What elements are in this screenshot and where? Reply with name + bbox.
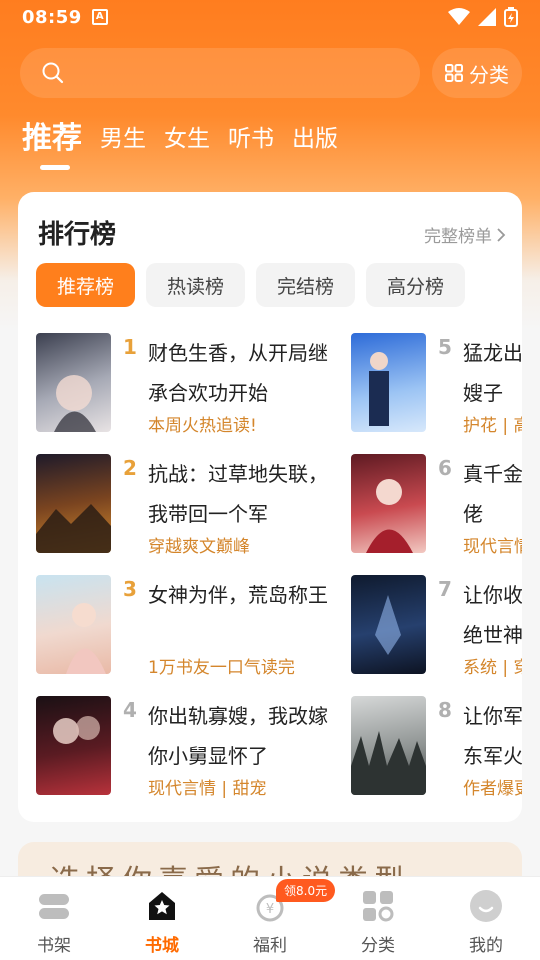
book-tag: 作者爆更 [463,779,522,799]
book-cover [36,454,111,553]
book-title: 女神为伴，荒岛称王 [148,583,328,607]
bottom-nav: 书架 书城 领8.0元 ¥ 福利 分类 我的 [0,876,540,960]
tab-female[interactable]: 女生 [164,118,210,160]
rank-number: 2 [123,456,137,480]
rank-number: 6 [438,456,452,480]
chevron-right-icon [497,227,506,242]
ranking-title: 排行榜 [38,220,117,250]
book-tag: 护花 | 高手 [463,416,522,436]
profile-icon [469,889,503,923]
book-item[interactable]: 5 猛龙出狱，九个绝色嫂子 护花 | 高手 [351,333,522,436]
nav-profile[interactable]: 我的 [432,877,540,960]
nav-bookstore[interactable]: 书城 [108,877,216,960]
status-bar: 08:59 A [0,0,540,34]
book-cover [351,454,426,553]
search-icon [42,62,64,84]
book-tag: 现代言情 [463,537,522,557]
search-bar[interactable] [20,48,420,98]
book-tag: 系统 | 穿越 [463,658,522,678]
book-item[interactable]: 3 女神为伴，荒岛称王 1万书友一口气读完 [36,575,336,678]
tab-publishing[interactable]: 出版 [292,118,338,160]
notification-icon: A [91,9,108,25]
book-cover [36,696,111,795]
book-cover [351,696,426,795]
ranking-tabs: 推荐榜 热读榜 完结榜 高分榜 [36,263,465,307]
bookshelf-icon [37,889,71,923]
book-title: 你出轨寡嫂，我改嫁你小舅显怀了 [148,704,328,768]
category-grid-icon [445,64,463,82]
status-icons [448,7,518,27]
book-tag: 现代言情 | 甜宠 [148,779,267,799]
rank-number: 3 [123,577,137,601]
book-tag: 1万书友一口气读完 [148,658,295,678]
rank-number: 4 [123,698,137,722]
category-grid-icon [361,889,395,923]
ranking-card: 排行榜 完整榜单 推荐榜 热读榜 完结榜 高分榜 1 财色生香，从开局继承合欢功… [18,192,522,822]
nav-label: 福利 [253,936,287,956]
book-item[interactable]: 8 让你军转民，你成中东军火商 作者爆更 [351,696,522,799]
book-cover [351,575,426,674]
book-title: 猛龙出狱，九个绝色嫂子 [463,341,522,405]
rank-number: 8 [438,698,452,722]
svg-text:¥: ¥ [266,902,274,917]
category-label: 分类 [469,62,509,87]
battery-icon [504,7,518,27]
tab-recommend-ranking[interactable]: 推荐榜 [36,263,135,307]
category-button[interactable]: 分类 [432,48,522,98]
tab-male[interactable]: 男生 [100,118,146,160]
nav-label: 书城 [145,936,179,956]
status-time: 08:59 [22,6,82,28]
book-item[interactable]: 4 你出轨寡嫂，我改嫁你小舅显怀了 现代言情 | 甜宠 [36,696,336,799]
rank-number: 7 [438,577,452,601]
book-tag: 穿越爽文巅峰 [148,537,250,557]
book-cover [36,333,111,432]
book-title: 让你军转民，你成中东军火商 [463,704,522,768]
book-tag: 本周火热追读! [148,416,257,436]
book-item[interactable]: 7 让你收破烂，你造出绝世神兵 系统 | 穿越 [351,575,522,678]
book-title: 抗战：过草地失联，我带回一个军 [148,462,328,526]
book-item[interactable]: 1 财色生香，从开局继承合欢功开始 本周火热追读! [36,333,336,436]
signal-icon [478,8,496,26]
nav-category[interactable]: 分类 [324,877,432,960]
book-title: 财色生香，从开局继承合欢功开始 [148,341,328,405]
nav-label: 分类 [361,936,395,956]
tab-recommend[interactable]: 推荐 [22,118,82,170]
full-ranking-link[interactable]: 完整榜单 [424,222,506,247]
book-item[interactable]: 6 真千金回归，京圈大佬 现代言情 [351,454,522,557]
book-item[interactable]: 2 抗战：过草地失联，我带回一个军 穿越爽文巅峰 [36,454,336,557]
rank-number: 5 [438,335,452,359]
book-title: 真千金回归，京圈大佬 [463,462,522,526]
full-ranking-label: 完整榜单 [424,227,492,247]
rank-number: 1 [123,335,137,359]
tab-finished-ranking[interactable]: 完结榜 [256,263,355,307]
nav-label: 书架 [37,936,71,956]
book-cover [36,575,111,674]
nav-welfare[interactable]: 领8.0元 ¥ 福利 [216,877,336,960]
wifi-icon [448,8,470,25]
tab-hot-ranking[interactable]: 热读榜 [146,263,245,307]
nav-label: 我的 [469,936,503,956]
tab-audiobook[interactable]: 听书 [228,118,274,160]
bookstore-icon [145,889,179,923]
book-title: 让你收破烂，你造出绝世神兵 [463,583,522,647]
book-cover [351,333,426,432]
tab-high-score-ranking[interactable]: 高分榜 [366,263,465,307]
nav-bookshelf[interactable]: 书架 [0,877,108,960]
main-tabs: 推荐 男生 女生 听书 出版 [22,118,338,170]
book-list: 1 财色生香，从开局继承合欢功开始 本周火热追读! 2 抗战：过草地失联，我带回… [18,333,522,813]
